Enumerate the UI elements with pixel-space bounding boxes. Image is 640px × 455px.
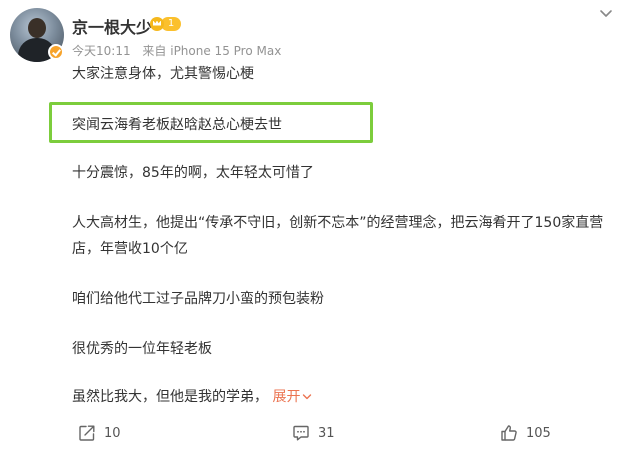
crown-icon: [150, 16, 164, 31]
level-number: 1: [161, 16, 181, 31]
expand-button[interactable]: 展开: [272, 389, 312, 405]
thumbs-up-icon: [501, 425, 517, 441]
comment-icon: [293, 425, 309, 441]
post-text-line: 咱们给他代工过子品牌刀小蛮的预包装粉: [72, 291, 324, 307]
comment-count: 31: [318, 425, 335, 441]
share-count: 10: [104, 425, 121, 441]
share-icon: [79, 425, 95, 441]
post-text-line: 人大高材生，他提出“传承不守旧，创新不忘本”的经营理念，把云海肴开了150家直营: [72, 215, 604, 231]
chevron-down-icon[interactable]: [598, 6, 614, 22]
post-text-line: 很优秀的一位年轻老板: [72, 341, 212, 357]
chevron-down-icon: [303, 394, 312, 400]
like-button[interactable]: 105: [500, 424, 551, 442]
post-meta: 今天10:11 来自 iPhone 15 Pro Max: [72, 42, 289, 59]
post-text-line: 虽然比我大，但他是我的学弟，: [72, 389, 268, 405]
username[interactable]: 京一根大少: [72, 14, 152, 38]
share-button[interactable]: 10: [78, 424, 121, 442]
post-time[interactable]: 今天10:11: [72, 44, 131, 58]
post-text-line: 十分震惊，85年的啊，太年轻太可惜了: [72, 165, 314, 181]
post-source: 来自 iPhone 15 Pro Max: [142, 44, 282, 58]
post-text-line: 店，年营收10个亿: [72, 241, 188, 257]
verified-badge-icon: [48, 44, 64, 60]
avatar-head: [28, 18, 46, 38]
comment-button[interactable]: 31: [292, 424, 335, 442]
post-text-line: 大家注意身体，尤其警惕心梗: [72, 66, 254, 82]
level-badge[interactable]: 1: [150, 15, 181, 32]
like-count: 105: [526, 425, 551, 441]
post-text-line-highlighted: 突闻云海肴老板赵晗赵总心梗去世: [72, 117, 282, 133]
weibo-post-card: 京一根大少 1 今天10:11 来自 iPhone 15 Pro Max 大家注…: [0, 0, 640, 455]
post-text-last-line: 虽然比我大，但他是我的学弟， 展开: [72, 386, 312, 406]
expand-label: 展开: [272, 389, 301, 405]
